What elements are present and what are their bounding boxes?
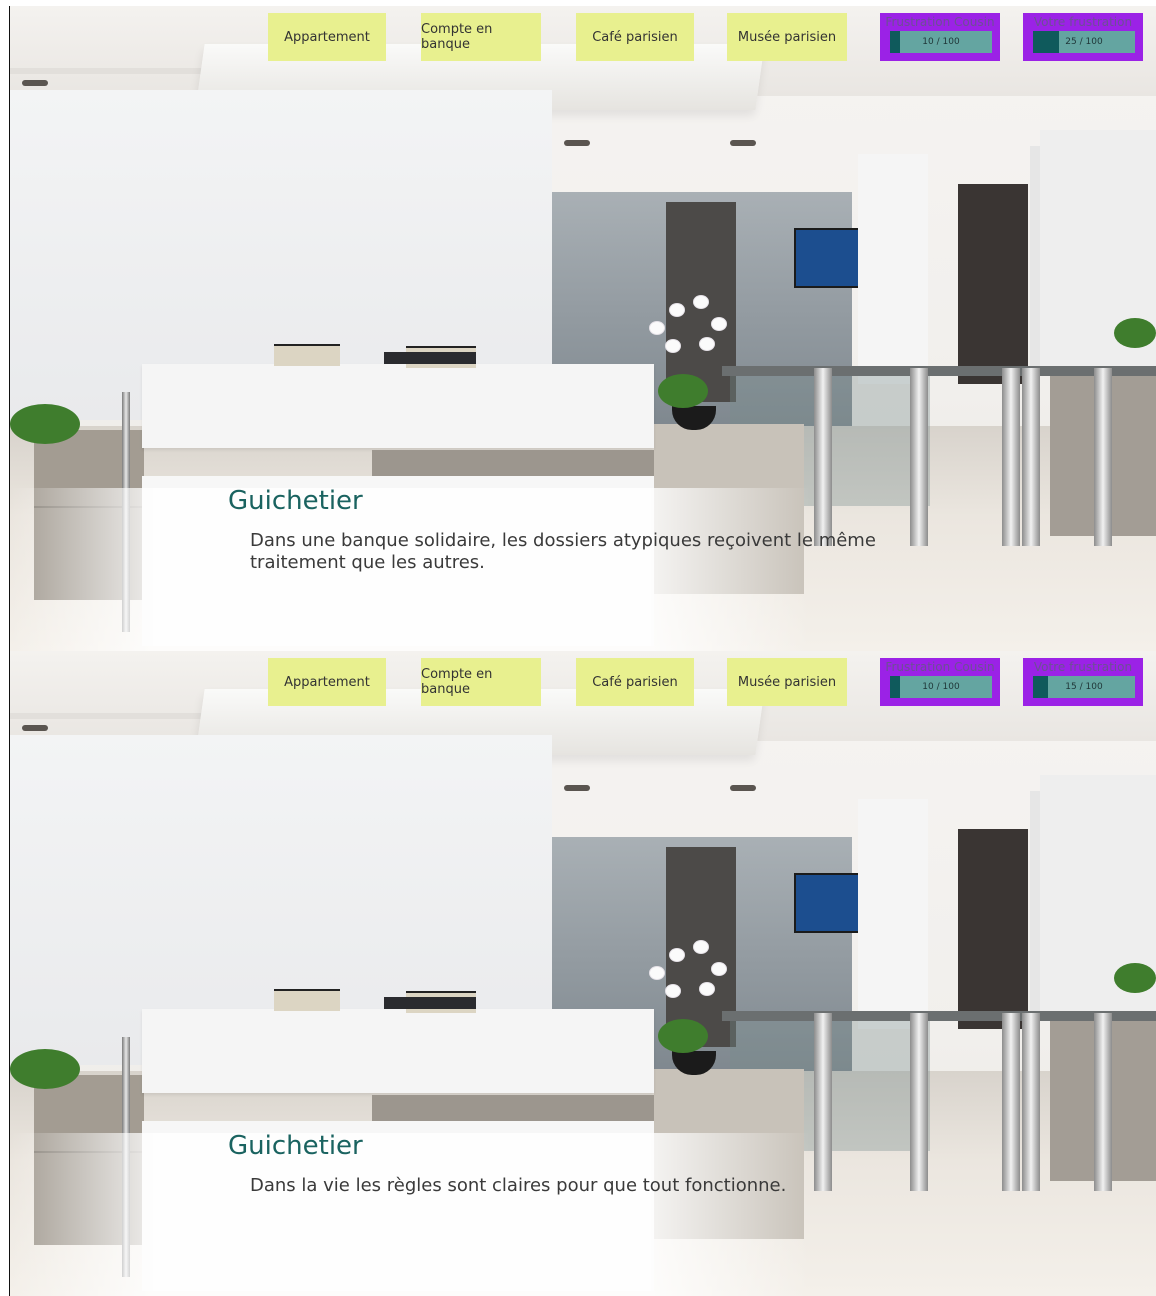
- tv-screen: [794, 873, 860, 933]
- meter-value: 25 / 100: [1065, 37, 1103, 47]
- meter-track: 10 / 100: [890, 676, 992, 698]
- meter-value: 10 / 100: [922, 682, 960, 692]
- nav-button-compte-en-banque[interactable]: Compte en banque: [421, 658, 541, 706]
- nav-button-musee-parisien[interactable]: Musée parisien: [727, 658, 847, 706]
- nav-button-cafe-parisien[interactable]: Café parisien: [576, 658, 694, 706]
- meter-track: 15 / 100: [1033, 676, 1135, 698]
- meter-value: 10 / 100: [922, 37, 960, 47]
- dialog-speaker-name: Guichetier: [228, 486, 363, 516]
- tv-screen: [794, 228, 860, 288]
- meter-label: Votre frustration: [1033, 15, 1133, 29]
- dialog-text: Dans une banque solidaire, les dossiers …: [250, 530, 876, 573]
- nav-button-appartement[interactable]: Appartement: [268, 13, 386, 61]
- dialog-speaker-name: Guichetier: [228, 1131, 363, 1161]
- meter-frustration-cousin: Frustration Cousin 10 / 100: [880, 13, 1000, 61]
- meter-track: 10 / 100: [890, 31, 992, 53]
- dialog-box[interactable]: [10, 1133, 810, 1296]
- nav-button-cafe-parisien[interactable]: Café parisien: [576, 13, 694, 61]
- meter-label: Frustration Cousin: [885, 660, 995, 674]
- nav-button-musee-parisien[interactable]: Musée parisien: [727, 13, 847, 61]
- meter-votre-frustration: Votre frustration 25 / 100: [1023, 13, 1143, 61]
- meter-label: Frustration Cousin: [885, 15, 995, 29]
- meter-frustration-cousin: Frustration Cousin 10 / 100: [880, 658, 1000, 706]
- meter-label: Votre frustration: [1033, 660, 1133, 674]
- dialog-text: Dans la vie les règles sont claires pour…: [250, 1175, 787, 1196]
- nav-button-appartement[interactable]: Appartement: [268, 658, 386, 706]
- meter-votre-frustration: Votre frustration 15 / 100: [1023, 658, 1143, 706]
- meter-track: 25 / 100: [1033, 31, 1135, 53]
- meter-value: 15 / 100: [1065, 682, 1103, 692]
- game-frame-2: Appartement Compte en banque Café parisi…: [9, 651, 1156, 1296]
- nav-button-compte-en-banque[interactable]: Compte en banque: [421, 13, 541, 61]
- game-frame-1: Appartement Compte en banque Café parisi…: [9, 6, 1156, 651]
